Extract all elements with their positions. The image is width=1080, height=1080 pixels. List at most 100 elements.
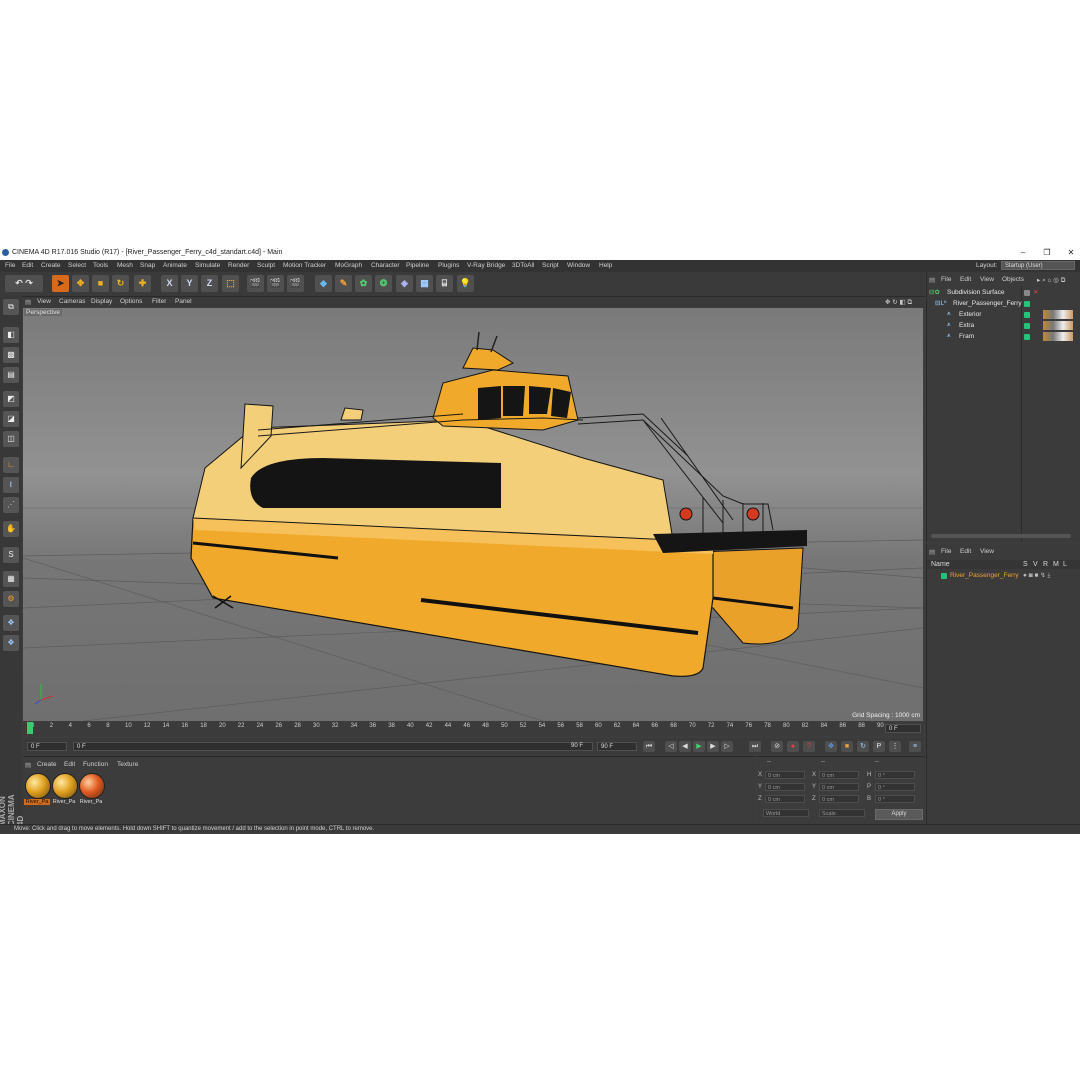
enable-axis-icon[interactable]: ⚙ (3, 591, 19, 607)
menu-render[interactable]: Render (228, 262, 249, 269)
maximize-button[interactable]: ❐ (1040, 247, 1054, 259)
size-y-field[interactable]: 0 cm (819, 783, 859, 791)
material-menu-function[interactable]: Function (83, 761, 108, 768)
object-search-icons[interactable]: ▸ ⌕ ⌂ ◎ ⧉ (1037, 276, 1065, 285)
layer-menu-view[interactable]: View (980, 548, 994, 555)
move-tool-icon[interactable]: ✥ (72, 275, 89, 292)
tree-item-extra[interactable]: ⩚ Extra (927, 321, 1080, 332)
menu-motion-tracker[interactable]: Motion Tracker (283, 262, 326, 269)
key-pla-icon[interactable]: ⋮ (889, 741, 901, 752)
menu-mograph[interactable]: MoGraph (335, 262, 362, 269)
record-active-icon[interactable]: ● (787, 741, 799, 752)
material-menu-texture[interactable]: Texture (117, 761, 138, 768)
next-key-icon[interactable]: ▷ (721, 741, 733, 752)
y-axis-toggle[interactable]: Y (181, 275, 198, 292)
select-cursor-icon[interactable]: ➤ (52, 275, 69, 292)
layer-menu-edit[interactable]: Edit (960, 548, 971, 555)
layer-row[interactable]: River_Passenger_Ferry ● ◙ ■ ↯ ⤓ (927, 571, 1080, 582)
sculpt-brush-icon[interactable]: ✋ (3, 521, 19, 537)
menu-create[interactable]: Create (41, 262, 61, 269)
timeline-menu-icon[interactable]: ≡ (909, 741, 921, 752)
viewport-navigation-icons[interactable]: ✥ ↻ ◧ ⧉ (885, 298, 912, 307)
material-tags[interactable] (1043, 321, 1073, 330)
deformer-icon[interactable]: ◈ (396, 275, 413, 292)
menu-vray-bridge[interactable]: V-Ray Bridge (467, 262, 505, 269)
floor-icon[interactable]: ▦ (416, 275, 433, 292)
size-x-field[interactable]: 0 cm (819, 771, 859, 779)
frame-range-slider[interactable]: 0 F (73, 742, 593, 751)
menu-window[interactable]: Window (567, 262, 590, 269)
tree-item-river-passenger-ferry[interactable]: ⊟Lº River_Passenger_Ferry (927, 299, 1080, 310)
material-tags[interactable] (1043, 332, 1073, 341)
edges-mode-icon[interactable]: ◪ (3, 411, 19, 427)
tree-item-exterior[interactable]: ⩚ Exterior (927, 310, 1080, 321)
material-swatch[interactable] (52, 773, 78, 799)
texture-mode-icon[interactable]: ▩ (3, 347, 19, 363)
tree-item-fram[interactable]: ⩚ Fram (927, 332, 1080, 343)
timeline-end-field[interactable]: 0 F (885, 724, 921, 733)
menu-simulate[interactable]: Simulate (195, 262, 220, 269)
pen-spline-icon[interactable]: ✎ (335, 275, 352, 292)
rot-p-field[interactable]: 0 ° (875, 783, 915, 791)
model-mode-icon[interactable]: ◧ (3, 327, 19, 343)
tree-item-subdivision-surface[interactable]: ⊟✿ Subdivision Surface ✕ (927, 288, 1080, 299)
x-axis-toggle[interactable]: X (161, 275, 178, 292)
rot-h-field[interactable]: 0 ° (875, 771, 915, 779)
object-scrollbar[interactable] (931, 534, 1071, 538)
render-view-icon[interactable]: 🎬 (247, 275, 264, 292)
rot-b-field[interactable]: 0 ° (875, 795, 915, 803)
menu-edit[interactable]: Edit (22, 262, 33, 269)
object-menu-file[interactable]: File (941, 276, 951, 283)
workplane-icon[interactable]: ▤ (3, 367, 19, 383)
menu-sculpt[interactable]: Sculpt (257, 262, 275, 269)
scale-tool-icon[interactable]: ■ (92, 275, 109, 292)
key-parameter-icon[interactable]: P (873, 741, 885, 752)
next-frame-icon[interactable]: ▶ (707, 741, 719, 752)
make-editable-icon[interactable]: ⧉ (3, 299, 19, 315)
viewport-menu-cameras[interactable]: Cameras (59, 298, 85, 305)
menu-script[interactable]: Script (542, 262, 559, 269)
axis-mode-icon[interactable]: ∟ (3, 457, 19, 473)
enabled-check-icon[interactable] (1024, 334, 1030, 340)
material-swatch[interactable] (79, 773, 105, 799)
object-menu-view[interactable]: View (980, 276, 994, 283)
lock-workplane-icon[interactable]: ⋰ (3, 497, 19, 513)
size-z-field[interactable]: 0 cm (819, 795, 859, 803)
enabled-check-icon[interactable] (1024, 301, 1030, 307)
timeline-ruler[interactable]: 0246810121416182022242628303234363840424… (23, 722, 924, 736)
menu-plugins[interactable]: Plugins (438, 262, 459, 269)
key-scale-icon[interactable]: ■ (841, 741, 853, 752)
material-tags[interactable] (1043, 310, 1073, 319)
menu-snap[interactable]: Snap (140, 262, 155, 269)
menu-3dtoall[interactable]: 3DToAll (512, 262, 534, 269)
previous-key-icon[interactable]: ◁ (665, 741, 677, 752)
snap-icon[interactable]: S (3, 547, 19, 563)
object-menu-edit[interactable]: Edit (960, 276, 971, 283)
material-swatch[interactable] (25, 773, 51, 799)
key-rotation-icon[interactable]: ↻ (857, 741, 869, 752)
pos-x-field[interactable]: 0 cm (765, 771, 805, 779)
end-frame-field[interactable]: 90 F (597, 742, 637, 751)
polygons-mode-icon[interactable]: ◫ (3, 431, 19, 447)
pos-y-field[interactable]: 0 cm (765, 783, 805, 791)
goto-start-icon[interactable]: ⏮ (643, 741, 655, 752)
material-menu-edit[interactable]: Edit (64, 761, 75, 768)
menu-character[interactable]: Character (371, 262, 400, 269)
tweak-mode-icon[interactable]: ℓ (3, 477, 19, 493)
previous-frame-icon[interactable]: ◀ (679, 741, 691, 752)
render-settings-icon[interactable]: 🎬 (287, 275, 304, 292)
menu-animate[interactable]: Animate (163, 262, 187, 269)
python-script-icon[interactable]: ❖ (3, 615, 19, 631)
viewport-menu-options[interactable]: Options (120, 298, 142, 305)
render-picture-viewer-icon[interactable]: 🎬 (267, 275, 284, 292)
material-menu-create[interactable]: Create (37, 761, 57, 768)
goto-end-icon[interactable]: ⏭ (749, 741, 761, 752)
close-button[interactable]: ✕ (1064, 247, 1078, 259)
layout-dropdown[interactable]: Startup (User) (1001, 261, 1075, 270)
enabled-check-icon[interactable] (1024, 323, 1030, 329)
array-icon[interactable]: ❂ (375, 275, 392, 292)
grid-snap-icon[interactable]: ▦ (3, 571, 19, 587)
viewport-menu-display[interactable]: Display (91, 298, 112, 305)
apply-button[interactable]: Apply (875, 809, 923, 820)
disabled-x-icon[interactable]: ✕ (1033, 288, 1038, 296)
